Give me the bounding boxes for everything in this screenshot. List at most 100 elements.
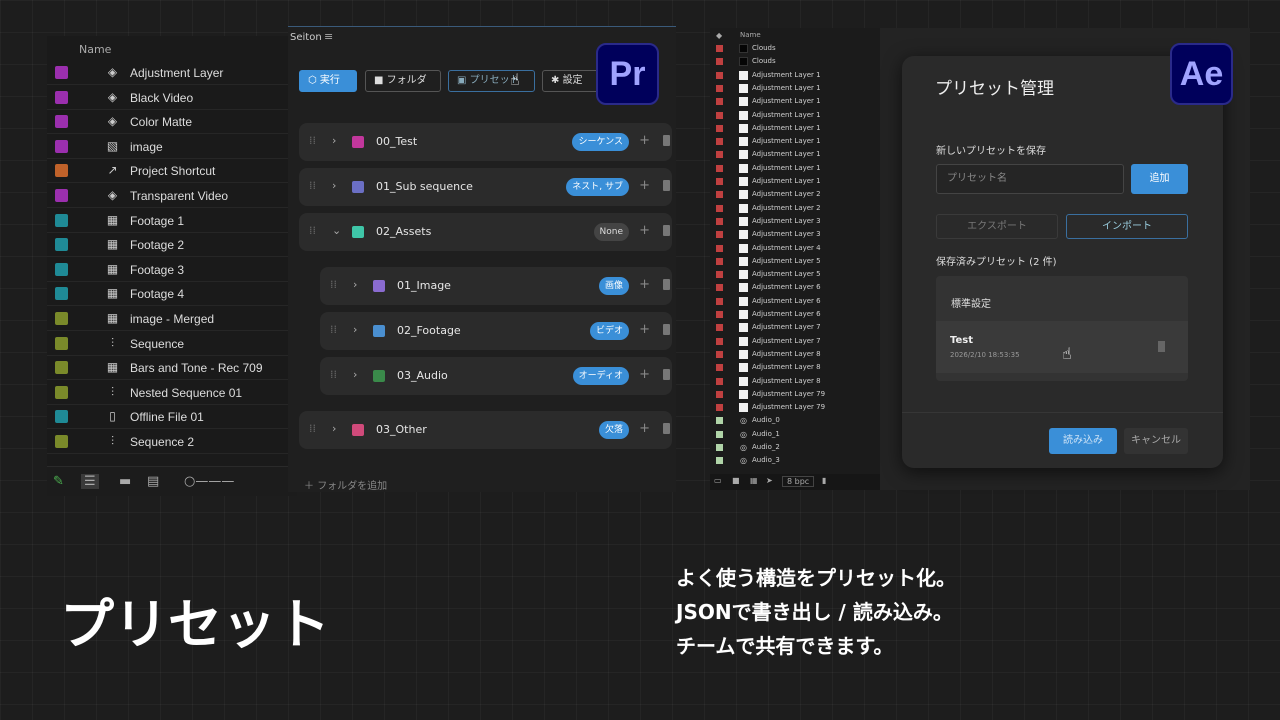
add-subfolder-icon[interactable]: + xyxy=(639,367,650,382)
layer-row[interactable]: Adjustment Layer 8 xyxy=(710,348,882,361)
label-color-swatch[interactable] xyxy=(716,257,723,265)
label-color-swatch[interactable] xyxy=(716,324,723,332)
label-color-swatch[interactable] xyxy=(716,231,723,239)
label-color-swatch[interactable] xyxy=(716,337,723,345)
column-header-name[interactable]: Name xyxy=(79,43,111,56)
label-color-swatch[interactable] xyxy=(716,444,723,451)
expand-chevron-icon[interactable]: › xyxy=(332,179,336,192)
layer-row[interactable]: Adjustment Layer 5 xyxy=(710,268,882,281)
label-color-swatch[interactable] xyxy=(55,336,68,350)
folder-type-tag[interactable]: 画像 xyxy=(598,277,629,295)
label-color-swatch[interactable] xyxy=(716,271,723,279)
label-color-swatch[interactable] xyxy=(716,390,723,398)
folder-row[interactable]: ⁞⁞ ⌄ 02_Assets None + xyxy=(299,213,672,251)
layer-row[interactable]: ◎ Audio_2 xyxy=(710,441,882,454)
project-item[interactable]: ▦ Bars and Tone - Rec 709 xyxy=(47,356,297,381)
run-button[interactable]: ⬡ 実行 xyxy=(299,70,357,92)
expand-chevron-icon[interactable]: › xyxy=(353,368,357,381)
label-color-swatch[interactable] xyxy=(716,71,723,79)
label-color-swatch[interactable] xyxy=(716,178,723,185)
layer-row[interactable]: Adjustment Layer 8 xyxy=(710,361,882,374)
folder-row[interactable]: ⁞⁞ › 01_Sub sequence ネスト, サブ + xyxy=(299,168,672,206)
trash-icon[interactable]: ▮ xyxy=(822,476,826,485)
project-item[interactable]: ▧ image xyxy=(47,135,297,159)
layer-row[interactable]: Clouds xyxy=(710,55,882,68)
label-color-swatch[interactable] xyxy=(716,58,723,66)
folder-type-tag[interactable]: オーディオ xyxy=(572,367,629,385)
import-button[interactable]: インポート xyxy=(1066,214,1188,239)
layer-row[interactable]: Adjustment Layer 8 xyxy=(710,375,882,388)
add-subfolder-icon[interactable]: + xyxy=(639,277,650,292)
expand-chevron-icon[interactable]: › xyxy=(332,422,336,435)
folder-color-swatch[interactable] xyxy=(373,325,385,337)
label-color-swatch[interactable] xyxy=(716,111,723,119)
folder-button[interactable]: ■ フォルダ xyxy=(365,70,441,92)
label-color-swatch[interactable] xyxy=(55,410,68,424)
label-color-swatch[interactable] xyxy=(716,191,723,199)
label-color-swatch[interactable] xyxy=(716,284,723,292)
layer-row[interactable]: Adjustment Layer 4 xyxy=(710,242,882,255)
layer-row[interactable]: Adjustment Layer 6 xyxy=(710,295,882,308)
expand-chevron-icon[interactable]: › xyxy=(353,278,357,291)
pencil-icon[interactable]: ✎ xyxy=(53,474,64,489)
label-color-swatch[interactable] xyxy=(55,312,68,325)
label-color-swatch[interactable] xyxy=(716,45,723,52)
add-subfolder-icon[interactable]: + xyxy=(639,421,650,436)
icon-view-icon[interactable]: ▬ xyxy=(119,474,131,489)
label-color-swatch[interactable] xyxy=(716,204,723,212)
layer-row[interactable]: Adjustment Layer 1 xyxy=(710,69,882,82)
layer-row[interactable]: Adjustment Layer 1 xyxy=(710,109,882,122)
add-subfolder-icon[interactable]: + xyxy=(639,223,650,238)
panel-menu-icon[interactable]: ≡ xyxy=(324,30,333,43)
list-view-icon[interactable]: ☰ xyxy=(81,474,99,489)
zoom-slider[interactable]: ○——— xyxy=(184,474,234,489)
folder-row[interactable]: ⁞⁞ › 02_Footage ビデオ + xyxy=(320,312,672,350)
label-color-swatch[interactable] xyxy=(716,217,723,225)
label-color-swatch[interactable] xyxy=(55,213,68,227)
trash-icon[interactable] xyxy=(663,279,670,290)
preset-button[interactable]: ▣ プリセット xyxy=(448,70,535,92)
expand-chevron-icon[interactable]: ⌄ xyxy=(332,224,341,237)
layer-row[interactable]: Adjustment Layer 3 xyxy=(710,215,882,228)
trash-icon[interactable] xyxy=(663,225,670,236)
project-item[interactable]: ◈ Color Matte xyxy=(47,110,297,135)
drag-handle-icon[interactable]: ⁞⁞ xyxy=(330,278,337,291)
layer-row[interactable]: Adjustment Layer 2 xyxy=(710,202,882,215)
project-item[interactable]: ⫶ Sequence xyxy=(47,332,297,356)
trash-icon[interactable] xyxy=(663,369,670,380)
expand-chevron-icon[interactable]: › xyxy=(353,323,357,336)
add-button[interactable]: 追加 xyxy=(1131,164,1188,194)
label-color-swatch[interactable] xyxy=(55,262,68,276)
project-item[interactable]: ▦ image - Merged xyxy=(47,307,297,331)
project-item[interactable]: ▦ Footage 2 xyxy=(47,233,297,258)
project-item[interactable]: ▦ Footage 3 xyxy=(47,258,297,282)
folder-row[interactable]: ⁞⁞ › 00_Test シーケンス + xyxy=(299,123,672,161)
project-item[interactable]: ⫶ Sequence 2 xyxy=(47,430,297,454)
project-item[interactable]: ◈ Transparent Video xyxy=(47,184,297,208)
layer-row[interactable]: Adjustment Layer 6 xyxy=(710,308,882,321)
label-color-swatch[interactable] xyxy=(716,244,723,252)
folder-type-tag[interactable]: None xyxy=(593,223,629,241)
project-item[interactable]: ◈ Black Video xyxy=(47,86,297,110)
label-color-swatch[interactable] xyxy=(55,385,68,399)
label-color-swatch[interactable] xyxy=(716,404,723,412)
label-color-swatch[interactable] xyxy=(716,124,723,132)
label-color-swatch[interactable] xyxy=(716,98,723,106)
drag-handle-icon[interactable]: ⁞⁞ xyxy=(309,422,316,435)
label-color-swatch[interactable] xyxy=(55,139,68,153)
layer-row[interactable]: Adjustment Layer 79 xyxy=(710,388,882,401)
column-header-name[interactable]: Name xyxy=(740,29,761,42)
layer-row[interactable]: Adjustment Layer 1 xyxy=(710,82,882,95)
composition-icon[interactable]: ▭ xyxy=(714,476,722,485)
cancel-button[interactable]: キャンセル xyxy=(1124,428,1188,454)
preset-item[interactable]: 標準設定 xyxy=(936,276,1188,321)
project-item[interactable]: ↗ Project Shortcut xyxy=(47,159,297,184)
folder-color-swatch[interactable] xyxy=(352,136,364,148)
label-color-swatch[interactable] xyxy=(716,377,723,385)
project-item[interactable]: ▦ Footage 1 xyxy=(47,209,297,233)
footage-icon[interactable]: ▦ xyxy=(750,476,758,485)
load-button[interactable]: 読み込み xyxy=(1049,428,1117,454)
folder-color-swatch[interactable] xyxy=(373,370,385,382)
freeform-view-icon[interactable]: ▤ xyxy=(147,474,159,489)
layer-row[interactable]: Adjustment Layer 1 xyxy=(710,122,882,135)
